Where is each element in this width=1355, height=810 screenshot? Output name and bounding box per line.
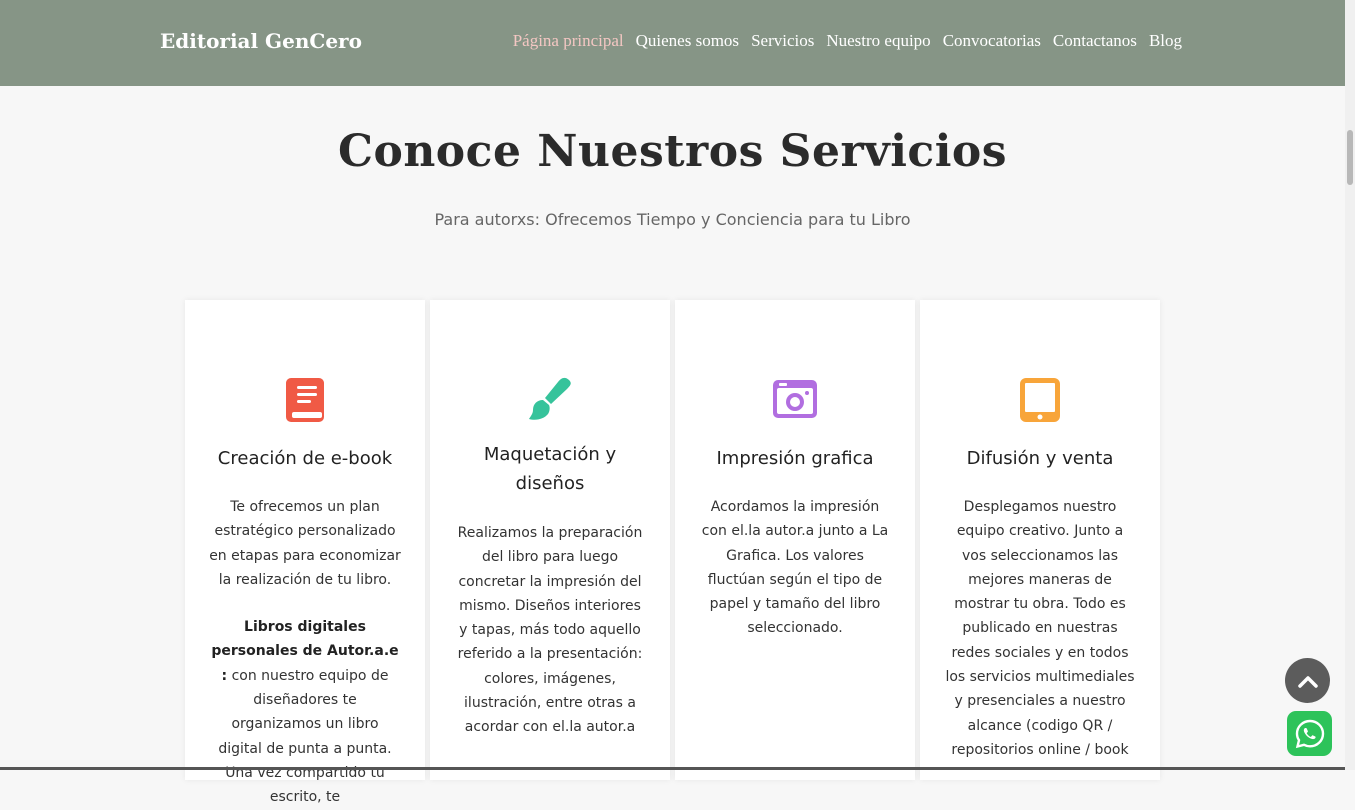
- tablet-icon: [1018, 376, 1062, 424]
- nav-link-team[interactable]: Nuestro equipo: [826, 31, 930, 51]
- card-title: Impresión grafica: [716, 448, 874, 469]
- whatsapp-button[interactable]: [1287, 711, 1332, 756]
- card-title: Difusión y venta: [966, 448, 1114, 469]
- card-extra-description: con nuestro equipo de diseñadores te org…: [218, 667, 392, 806]
- paintbrush-icon: [528, 376, 572, 424]
- nav-link-calls[interactable]: Convocatorias: [943, 31, 1041, 51]
- card-title: Creación de e-book: [217, 448, 393, 469]
- camera-icon: [773, 376, 817, 424]
- card-extra-text: Libros digitales personales de Autor.a.e…: [209, 615, 401, 809]
- service-card-distribution: Difusión y venta Desplegamos nuestro equ…: [920, 300, 1160, 780]
- scroll-to-top-button[interactable]: [1285, 658, 1330, 703]
- card-text: Acordamos la impresión con el.la autor.a…: [701, 499, 889, 637]
- card-text: Te ofrecemos un plan estratégico persona…: [209, 495, 401, 810]
- page-scrollbar[interactable]: [1345, 0, 1355, 770]
- navbar: Editorial GenCero Página principal Quien…: [0, 0, 1345, 86]
- nav-link-contact[interactable]: Contactanos: [1053, 31, 1137, 51]
- whatsapp-icon: [1295, 719, 1324, 748]
- card-text: Realizamos la preparación del libro para…: [457, 525, 643, 736]
- card-text: Desplegamos nuestro equipo creativo. Jun…: [945, 499, 1135, 758]
- nav-link-home[interactable]: Página principal: [513, 31, 624, 51]
- card-description: Te ofrecemos un plan estratégico persona…: [209, 499, 401, 588]
- brand-logo[interactable]: Editorial GenCero: [160, 29, 362, 53]
- service-card-ebook: Creación de e-book Te ofrecemos un plan …: [185, 300, 425, 805]
- chevron-up-icon: [1297, 675, 1318, 688]
- section-title: Conoce Nuestros Servicios: [337, 126, 1008, 177]
- service-card-print: Impresión grafica Acordamos la impresión…: [675, 300, 915, 780]
- book-icon: [283, 376, 327, 424]
- nav-link-blog[interactable]: Blog: [1149, 31, 1182, 51]
- service-card-layout: Maquetación y diseños Realizamos la prep…: [430, 300, 670, 780]
- nav-link-about[interactable]: Quienes somos: [636, 31, 739, 51]
- nav-menu: Página principal Quienes somos Servicios…: [513, 31, 1182, 51]
- card-title: Maquetación y diseños: [483, 444, 617, 494]
- scrollbar-thumb[interactable]: [1347, 130, 1353, 185]
- nav-link-services[interactable]: Servicios: [751, 31, 814, 51]
- section-subtitle: Para autorxs: Ofrecemos Tiempo y Concien…: [434, 210, 911, 229]
